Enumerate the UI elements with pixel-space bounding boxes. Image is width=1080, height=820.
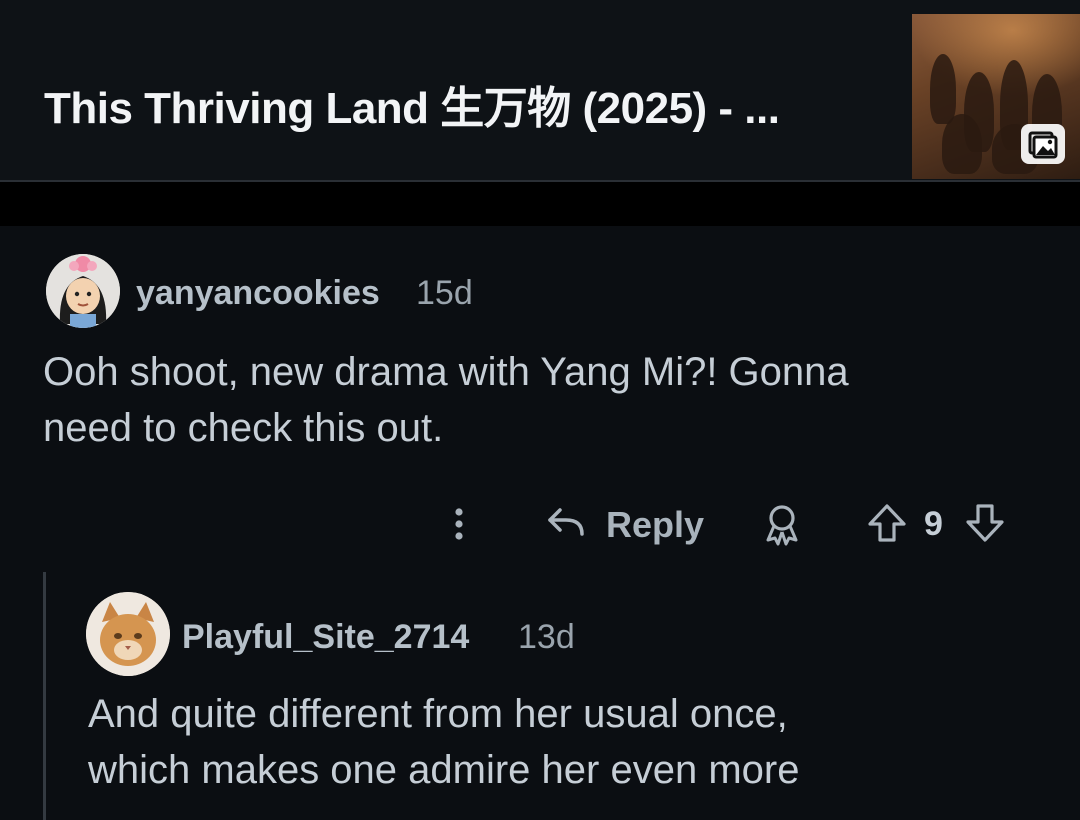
reply-label: Reply — [606, 504, 705, 545]
comment-body-line: which makes one admire her even more — [88, 748, 800, 792]
comment-body-line: Ooh shoot, new drama with Yang Mi?! Gonn… — [43, 350, 849, 394]
avatar[interactable] — [46, 254, 120, 328]
comment-page: This Thriving Land 生万物 (2025) - ... yany… — [0, 0, 1080, 820]
image-icon — [1021, 124, 1065, 164]
downvote-button[interactable] — [962, 500, 1008, 546]
reply-arrow-icon — [542, 504, 588, 544]
vote-score: 9 — [924, 505, 943, 543]
comment-body-line: need to check this out. — [43, 406, 444, 450]
more-vertical-icon[interactable] — [446, 504, 472, 544]
award-icon[interactable] — [760, 500, 804, 548]
comment-age: 15d — [416, 274, 473, 312]
arrow-down-icon — [966, 504, 1004, 542]
comment-body-line: And quite different from her usual once, — [88, 692, 788, 736]
arrow-up-icon — [868, 504, 906, 542]
reply-button[interactable]: Reply — [538, 498, 718, 550]
separator-band — [0, 182, 1080, 226]
thread-line[interactable] — [43, 572, 46, 820]
comment-age: 13d — [518, 618, 575, 656]
upvote-button[interactable] — [864, 500, 910, 546]
avatar[interactable] — [86, 592, 170, 676]
comment-username[interactable]: Playful_Site_2714 — [182, 618, 469, 657]
post-header[interactable]: This Thriving Land 生万物 (2025) - ... — [0, 0, 1080, 182]
comment-username[interactable]: yanyancookies — [136, 274, 380, 313]
post-title[interactable]: This Thriving Land 生万物 (2025) - ... — [44, 72, 780, 136]
